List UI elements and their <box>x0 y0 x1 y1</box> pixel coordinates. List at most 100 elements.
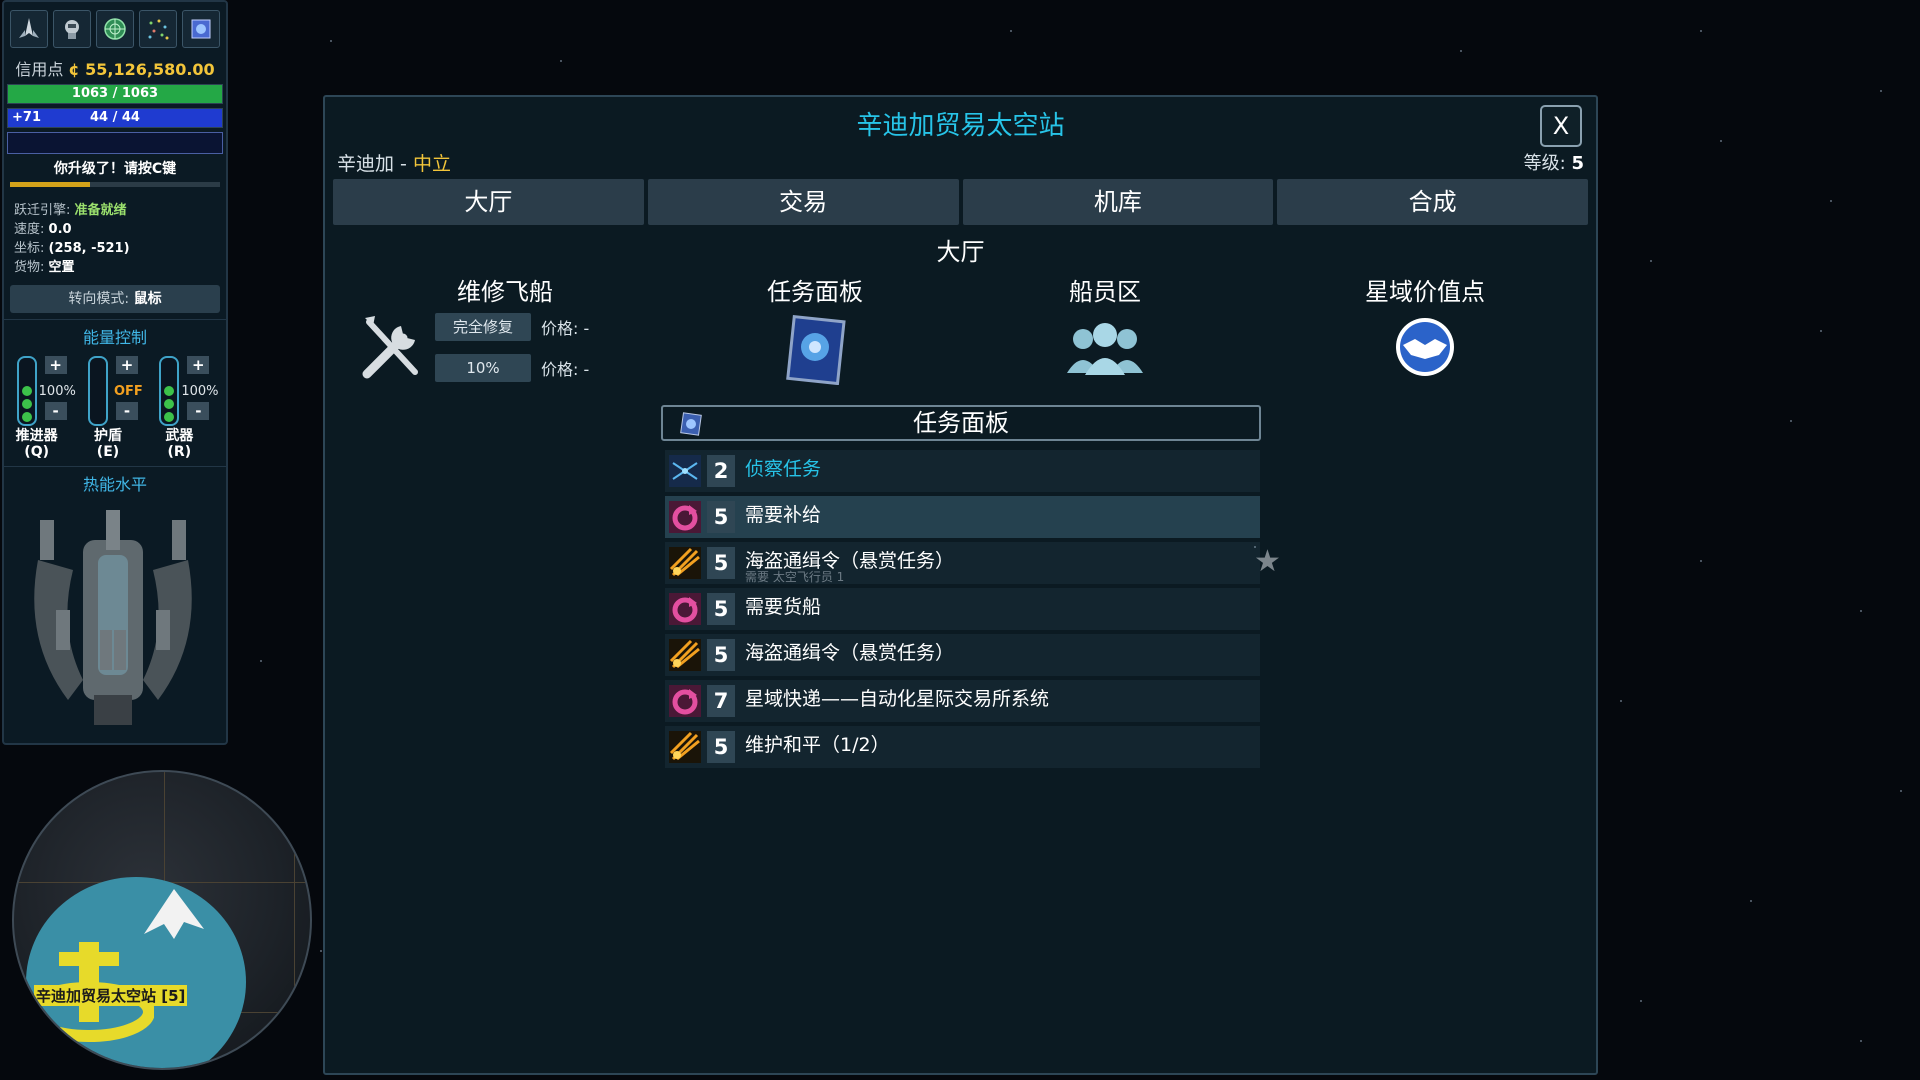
ship-icon[interactable] <box>10 10 48 48</box>
thrusters-minus-button[interactable]: - <box>44 402 67 420</box>
supply-icon <box>667 684 703 718</box>
faction-separator: - <box>394 153 413 175</box>
station-tabs: 大厅 交易 机库 合成 <box>333 179 1588 225</box>
pilot-icon[interactable] <box>53 10 91 48</box>
jump-label: 跃迁引擎: <box>14 203 71 218</box>
xp-bar <box>7 132 223 154</box>
faction-name: 辛迪加 <box>337 153 395 175</box>
value-point-section[interactable]: 星域价值点 <box>1335 272 1515 383</box>
mission-level: 7 <box>707 685 735 717</box>
station-dialog: 辛迪加贸易太空站 X 辛迪加 - 中立 等级: 5 大厅 交易 机库 合成 大厅… <box>323 95 1598 1075</box>
cargo-value: 空置 <box>48 260 75 275</box>
credits-display: 信用点 ¢ 55,126,580.00 <box>4 56 226 80</box>
mission-name[interactable]: 海盗通缉令（悬赏任务） <box>745 638 954 665</box>
partial-repair-price: 价格: - <box>541 360 590 379</box>
energy-thrusters: + 100% - 推进器 (Q) <box>9 356 79 460</box>
tab-trade[interactable]: 交易 <box>647 179 959 225</box>
thrusters-label: 推进器 (Q) <box>15 428 58 460</box>
energy-controls: + 100% - 推进器 (Q) + OFF - 护盾 (E) + 100% - 武… <box>4 348 226 460</box>
close-button[interactable]: X <box>1540 105 1582 147</box>
mission-row[interactable]: 5 需要货船 <box>665 588 1260 630</box>
mission-list: 2 侦察任务 5 需要补给 5 海盗通缉令（悬赏任务） 需要 太空飞行员 1 ★ 5 需要货船 5 海… <box>665 450 1281 772</box>
coords-label: 坐标: <box>14 241 45 256</box>
weapons-plus-button[interactable]: + <box>187 356 210 374</box>
weapons-minus-button[interactable]: - <box>187 402 210 420</box>
partial-repair-button[interactable]: 10% <box>435 354 531 382</box>
mission-level: 5 <box>707 731 735 763</box>
starmap-icon[interactable] <box>139 10 177 48</box>
supply-icon <box>667 592 703 626</box>
thrusters-level: 100% <box>38 384 76 399</box>
minimap[interactable]: 辛迪加贸易太空站 [5] <box>12 770 312 1070</box>
faction-standing: 中立 <box>412 153 451 175</box>
tab-crafting[interactable]: 合成 <box>1277 179 1588 225</box>
mission-board-section[interactable]: 任务面板 <box>725 272 905 389</box>
coords-value: (258, -521) <box>48 241 130 256</box>
weapons-level: 100% <box>181 384 219 399</box>
repair-full-row: 完全修复 价格: - <box>435 313 589 341</box>
shields-minus-button[interactable]: - <box>115 402 138 420</box>
full-repair-price: 价格: - <box>541 319 590 338</box>
radar-icon[interactable] <box>96 10 134 48</box>
repair-heading: 维修飞船 <box>457 278 553 306</box>
mission-level: 5 <box>707 593 735 625</box>
mission-row[interactable]: 5 维护和平（1/2） <box>665 726 1260 768</box>
ship-stats: 跃迁引擎: 准备就绪 速度: 0.0 坐标: (258, -521) 货物: 空… <box>4 187 226 277</box>
mission-level: 5 <box>707 547 735 579</box>
steer-mode-button[interactable]: 转向模式: 鼠标 <box>10 285 220 313</box>
credits-label: 信用点 <box>15 60 64 79</box>
mission-level: 5 <box>707 639 735 671</box>
hull-bar: 1063 / 1063 <box>7 84 223 104</box>
mission-board-icon[interactable] <box>783 313 847 386</box>
speed-value: 0.0 <box>48 222 72 237</box>
mission-row[interactable]: 5 需要补给 <box>665 496 1260 538</box>
value-point-heading: 星域价值点 <box>1365 278 1485 306</box>
weapons-gauge <box>159 356 180 426</box>
thrusters-gauge <box>16 356 37 426</box>
mission-level: 2 <box>707 455 735 487</box>
heat-level-title: 热能水平 <box>4 466 226 495</box>
shields-gauge <box>87 356 108 426</box>
hull-value: 1063 / 1063 <box>71 86 159 101</box>
station-title: 辛迪加贸易太空站 <box>856 111 1065 141</box>
mission-row[interactable]: 7 星域快递——自动化星际交易所系统 <box>665 680 1260 722</box>
shields-plus-button[interactable]: + <box>115 356 138 374</box>
recon-icon <box>667 454 703 488</box>
shields-level: OFF <box>113 384 143 399</box>
full-repair-button[interactable]: 完全修复 <box>435 313 531 341</box>
mission-name[interactable]: 星域快递——自动化星际交易所系统 <box>745 684 1049 711</box>
codex-icon[interactable] <box>182 10 220 48</box>
shield-bonus: +71 <box>12 110 41 125</box>
mission-board-heading: 任务面板 <box>767 278 863 306</box>
mission-name[interactable]: 侦察任务 <box>745 454 821 481</box>
shields-label: 护盾 (E) <box>93 428 122 460</box>
bounty-icon <box>667 638 703 672</box>
ship-heat-diagram-icon <box>34 510 192 725</box>
shield-bar: +71 44 / 44 <box>7 108 223 128</box>
repair-section: 维修飞船 <box>425 272 585 307</box>
thrusters-plus-button[interactable]: + <box>44 356 67 374</box>
bounty-icon <box>667 546 703 580</box>
mission-name[interactable]: 需要补给 <box>745 500 821 527</box>
cargo-label: 货物: <box>14 260 45 275</box>
crew-section[interactable]: 船员区 <box>1025 272 1185 385</box>
crew-heading: 船员区 <box>1069 278 1141 306</box>
star-icon[interactable]: ★ <box>1254 546 1281 578</box>
tab-hangar[interactable]: 机库 <box>962 179 1274 225</box>
energy-shields: + OFF - 护盾 (E) <box>80 356 150 460</box>
mission-name[interactable]: 维护和平（1/2） <box>745 730 890 757</box>
mission-row[interactable]: 5 海盗通缉令（悬赏任务） 需要 太空飞行员 1 ★ <box>665 542 1281 584</box>
mission-name[interactable]: 需要货船 <box>745 592 821 619</box>
crew-icon[interactable] <box>1063 317 1147 381</box>
handshake-icon[interactable] <box>1393 315 1457 379</box>
shield-value: 44 / 44 <box>90 110 140 125</box>
bounty-icon <box>667 730 703 764</box>
level-value: 5 <box>1571 153 1584 174</box>
tab-lobby[interactable]: 大厅 <box>333 179 644 225</box>
credits-value: ¢ 55,126,580.00 <box>68 60 215 79</box>
level-label: 等级: <box>1523 153 1572 174</box>
level-up-notice[interactable]: 你升级了！请按C键 <box>4 158 226 178</box>
jump-status: 准备就绪 <box>74 203 127 218</box>
mission-row[interactable]: 2 侦察任务 <box>665 450 1260 492</box>
mission-row[interactable]: 5 海盗通缉令（悬赏任务） <box>665 634 1260 676</box>
